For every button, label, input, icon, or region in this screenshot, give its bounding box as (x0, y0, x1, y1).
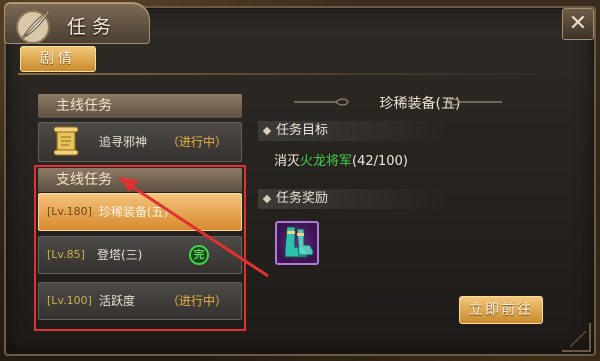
side-quest-item-rare-gear[interactable]: [Lv.180] 珍稀装备(五) (38, 193, 242, 231)
corner-ornament (562, 323, 591, 352)
objective-text: 消灭火龙将军(42/100) (274, 150, 408, 169)
tab-plot[interactable]: 剧情 (20, 46, 96, 72)
title-ornament-right (447, 98, 502, 106)
quest-status: （进行中） (166, 294, 227, 308)
side-quest-item-tower[interactable]: [Lv.85] 登塔(三) 完 (38, 236, 242, 274)
go-now-button[interactable]: 立即前往 (459, 296, 543, 324)
reward-header-label: 任务奖励 (276, 191, 329, 206)
objective-target: 火龙将军 (300, 154, 353, 169)
side-quest-item-activity[interactable]: [Lv.100] 活跃度 （进行中） (38, 282, 242, 320)
complete-badge-icon: 完 (189, 245, 209, 265)
objective-progress: (42/100) (352, 154, 408, 169)
close-button[interactable]: ✕ (562, 8, 594, 40)
objective-header-label: 任务目标 (276, 123, 329, 138)
window-title: 任务 (67, 16, 118, 38)
objective-header: 任务目标 (258, 121, 448, 141)
main-quest-header: 主线任务 (38, 94, 242, 118)
quest-name: 活跃度 (99, 294, 136, 308)
quest-level: [Lv.85] (47, 248, 85, 261)
objective-prefix: 消灭 (274, 154, 301, 169)
scroll-icon (53, 126, 79, 156)
quest-name: 珍稀装备(五) (99, 205, 169, 219)
boots-icon (284, 226, 314, 258)
quest-level: [Lv.100] (47, 294, 92, 307)
tab-divider (18, 73, 578, 75)
window-title-tab: 任务 (4, 2, 150, 44)
quest-level: [Lv.180] (47, 205, 92, 218)
close-icon: ✕ (568, 11, 588, 36)
reward-item-slot[interactable] (275, 221, 319, 265)
diamond-bullet-icon (262, 126, 272, 136)
quest-status: （进行中） (166, 135, 227, 149)
main-quest-item[interactable]: 追寻邪神 （进行中） (38, 122, 242, 162)
quest-name: 登塔(三) (97, 248, 143, 262)
side-quest-header: 支线任务 (38, 168, 242, 192)
quest-name: 追寻邪神 (99, 135, 148, 149)
quill-icon (16, 8, 52, 44)
reward-header: 任务奖励 (258, 189, 448, 209)
diamond-bullet-icon (262, 194, 272, 204)
